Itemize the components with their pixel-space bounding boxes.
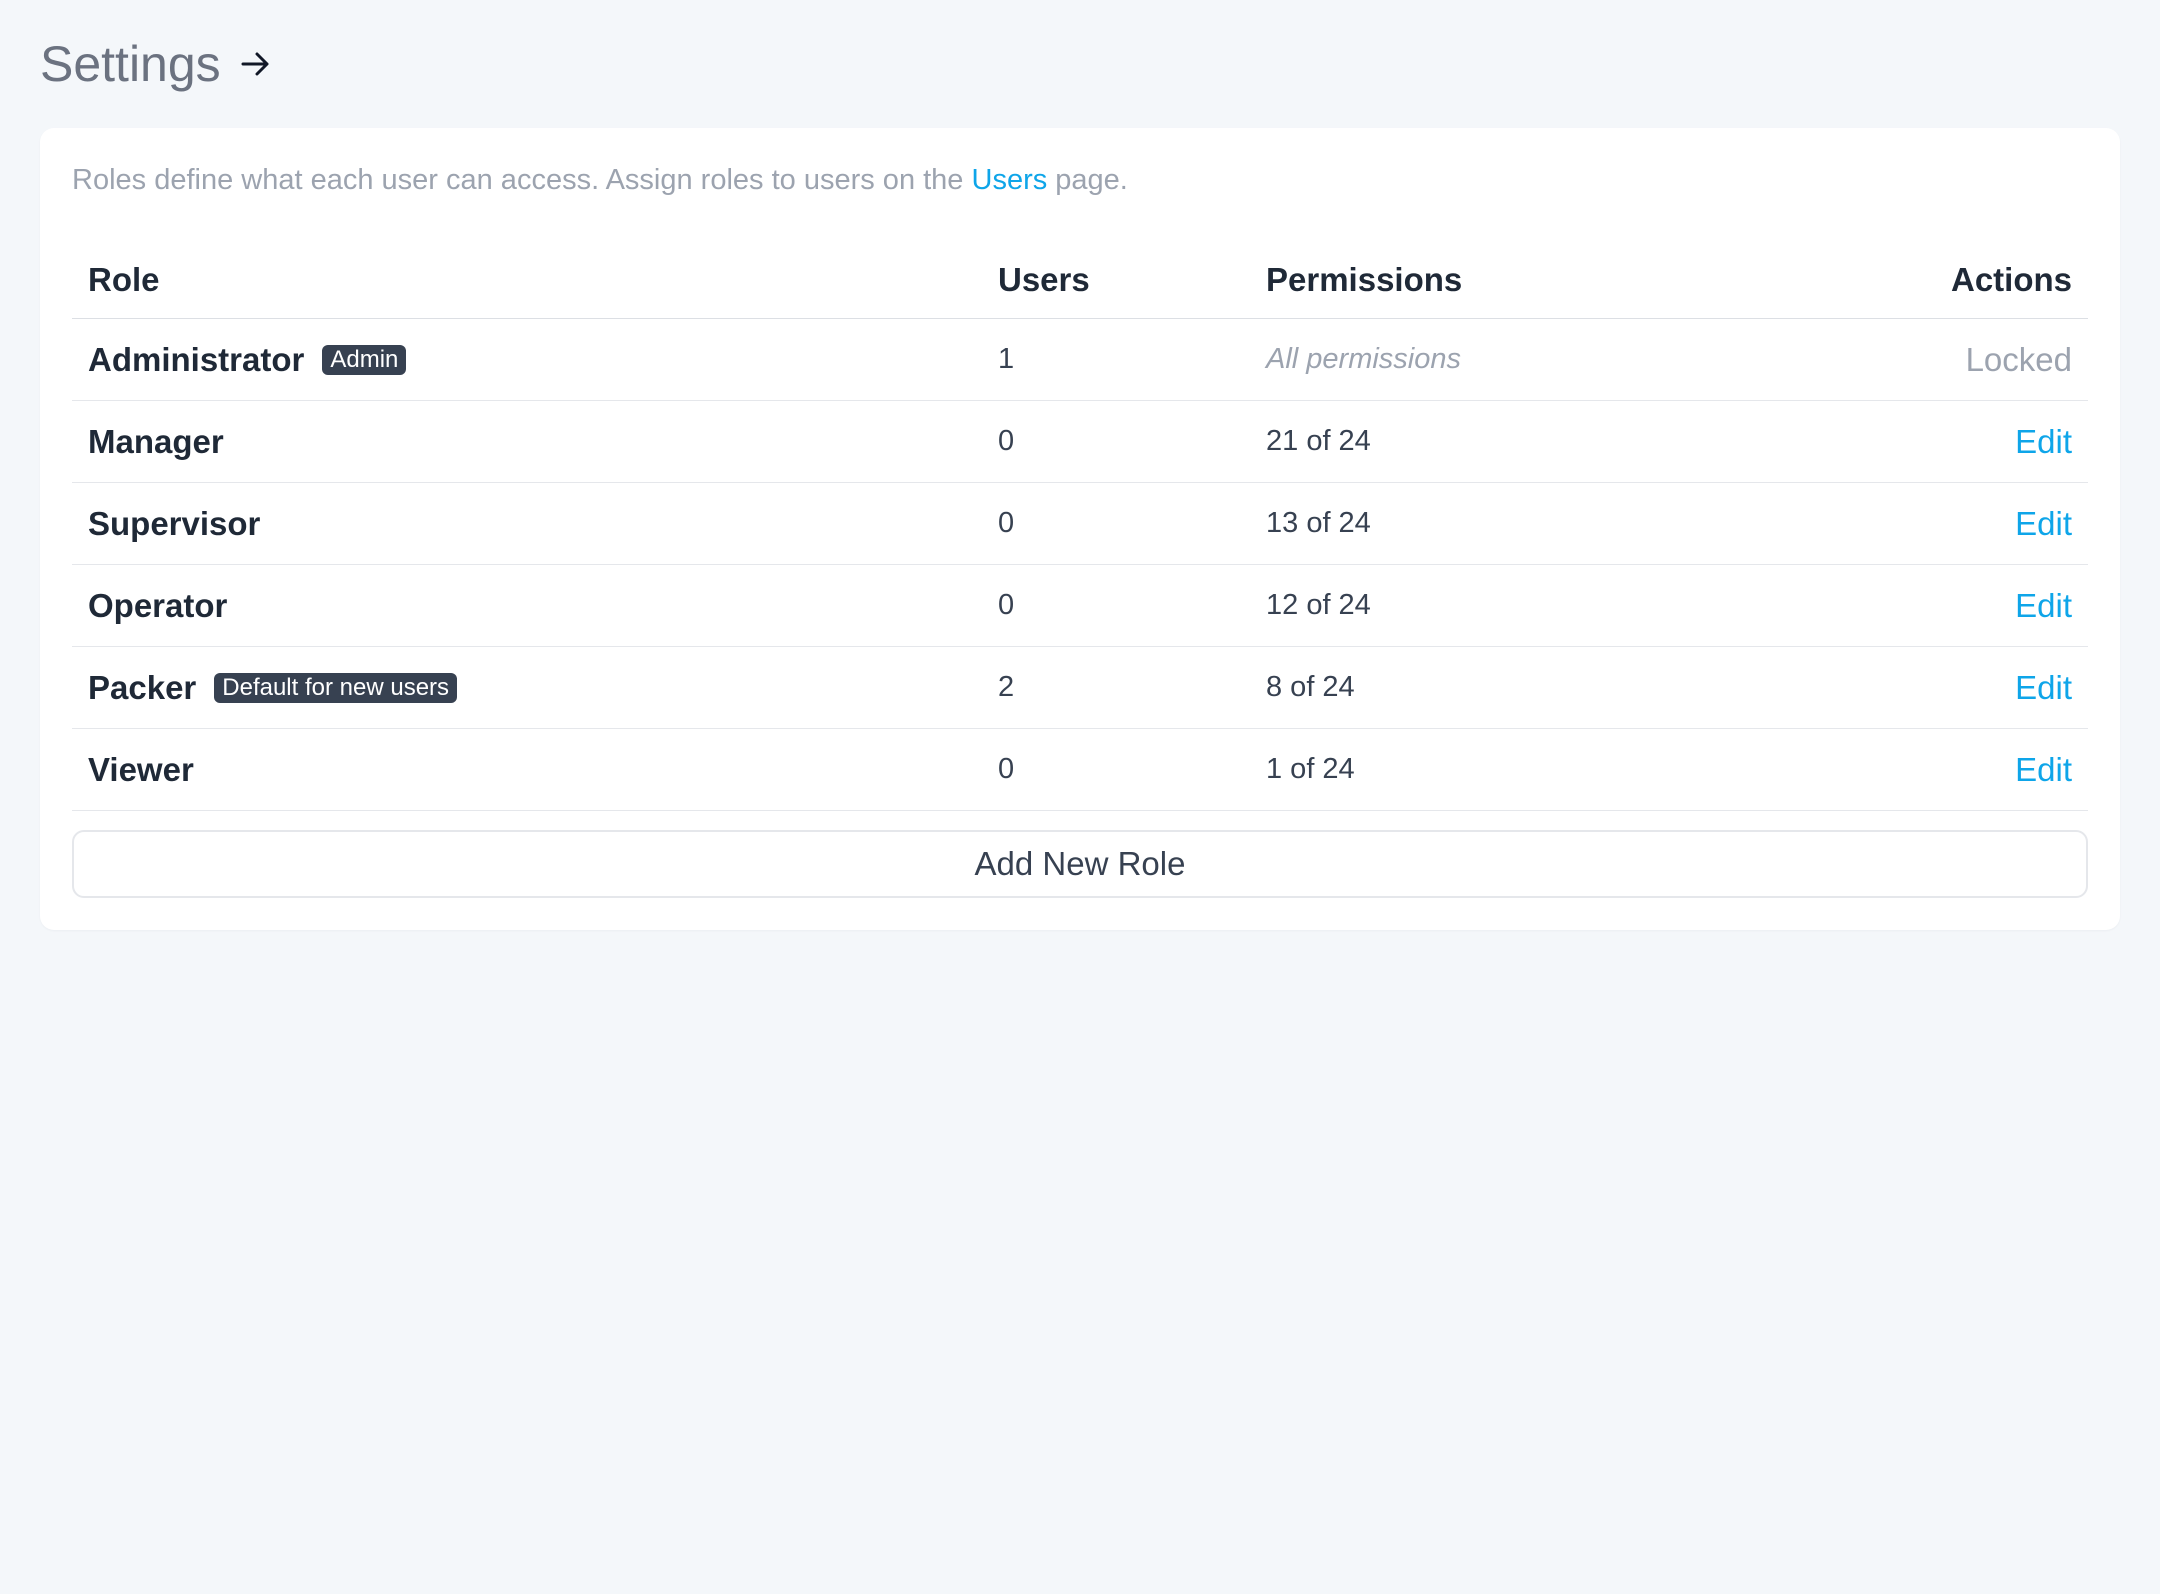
users-page-link[interactable]: Users [972,164,1048,196]
table-header-row: Role Users Permissions Actions [72,242,2088,319]
permissions-summary: 13 of 24 [1266,507,1371,539]
page-header: Settings [40,34,273,94]
role-cell: Packer Default for new users [88,647,458,728]
table-row: Manager 0 21 of 24 Edit [72,401,2088,483]
settings-page: Settings Roles define what each user can… [0,0,2160,1594]
role-cell: Viewer [88,729,194,810]
table-row: Viewer 0 1 of 24 Edit [72,729,2088,811]
role-name: Supervisor [88,504,261,542]
arrow-right-icon[interactable] [239,47,273,81]
description-text: Roles define what each user can access. … [72,164,972,196]
column-header-actions: Actions [1950,261,2072,298]
default-role-badge: Default for new users [214,672,458,703]
users-count: 2 [998,671,1015,703]
edit-role-button[interactable]: Edit [2015,483,2072,564]
edit-role-button[interactable]: Edit [2015,565,2072,646]
permissions-summary: 21 of 24 [1266,425,1371,457]
page-title: Settings [40,36,221,92]
admin-badge: Admin [322,344,407,375]
table-row: Supervisor 0 13 of 24 Edit [72,483,2088,565]
table-row: Operator 0 12 of 24 Edit [72,565,2088,647]
column-header-users: Users [998,261,1090,298]
role-name: Manager [88,422,224,460]
permissions-summary: 12 of 24 [1266,589,1371,621]
description-text-end: page. [1047,164,1128,196]
role-cell: Administrator Admin [88,319,407,400]
column-header-role: Role [88,261,160,298]
roles-card: Roles define what each user can access. … [40,128,2120,930]
role-name: Administrator [88,340,305,378]
users-count: 0 [998,507,1015,539]
roles-description: Roles define what each user can access. … [72,162,1128,198]
role-name: Packer [88,668,197,706]
role-name: Viewer [88,750,194,788]
role-cell: Supervisor [88,483,260,564]
users-count: 0 [998,589,1015,621]
table-row: Administrator Admin 1 All permissions Lo… [72,319,2088,401]
users-count: 0 [998,425,1015,457]
permissions-summary: 8 of 24 [1266,671,1355,703]
permissions-summary: 1 of 24 [1266,753,1355,785]
table-row: Packer Default for new users 2 8 of 24 E… [72,647,2088,729]
column-header-permissions: Permissions [1266,261,1463,298]
permissions-summary: All permissions [1266,343,1461,375]
add-new-role-button[interactable]: Add New Role [72,830,2088,898]
role-cell: Manager [88,401,224,482]
locked-status: Locked [1965,340,2072,378]
users-count: 1 [998,343,1015,375]
role-cell: Operator [88,565,227,646]
edit-role-button[interactable]: Edit [2015,729,2072,810]
roles-table: Role Users Permissions Actions Administr… [72,242,2088,811]
users-count: 0 [998,753,1015,785]
role-name: Operator [88,586,228,624]
edit-role-button[interactable]: Edit [2015,647,2072,728]
edit-role-button[interactable]: Edit [2015,401,2072,482]
